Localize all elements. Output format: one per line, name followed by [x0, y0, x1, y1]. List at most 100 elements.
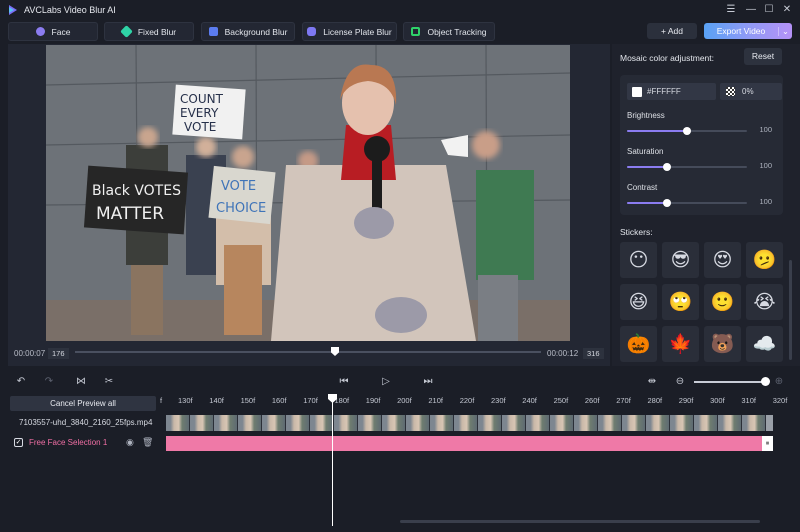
brightness-slider-fill: [627, 130, 687, 132]
filmstrip-frame: [574, 415, 598, 431]
export-video-button[interactable]: Export Video ⌄: [704, 23, 792, 39]
timeline-scrollbar[interactable]: [400, 520, 760, 523]
ruler-tick-label: 300f: [710, 396, 725, 405]
brightness-slider[interactable]: [627, 127, 747, 135]
filmstrip-frame: [214, 415, 238, 431]
saturation-label: Saturation: [627, 147, 664, 156]
panel-scrollbar[interactable]: [789, 260, 792, 360]
zoom-out-icon[interactable]: ⊖: [673, 375, 687, 389]
contrast-value: 100: [759, 197, 772, 206]
timeline-ruler[interactable]: [160, 394, 800, 408]
timeline-zoom-slider[interactable]: [694, 381, 766, 383]
app-title: AVCLabs Video Blur AI: [24, 5, 116, 15]
ruler-tick-label: 150f: [240, 396, 256, 405]
zoom-in-icon[interactable]: ⊕: [772, 375, 786, 389]
previous-frame-icon[interactable]: ⏮: [337, 375, 351, 389]
chevron-down-icon[interactable]: ⌄: [778, 26, 792, 36]
sticker-item[interactable]: 😍: [704, 242, 741, 278]
sign-text-5: MATTER: [96, 204, 164, 224]
ruler-tick-label: 290f: [678, 396, 694, 405]
filmstrip-frame: [430, 415, 454, 431]
sticker-item[interactable]: 😎: [662, 242, 699, 278]
contrast-slider-knob[interactable]: [662, 199, 671, 207]
sticker-item[interactable]: 🎃: [620, 326, 657, 362]
cut-icon[interactable]: ✂: [102, 375, 116, 389]
next-frame-icon[interactable]: ⏭: [421, 375, 435, 389]
redo-icon[interactable]: ↷: [42, 375, 56, 389]
ruler-tick-label: 220f: [459, 396, 475, 405]
filmstrip-frame: [334, 415, 358, 431]
close-icon[interactable]: ✕: [780, 3, 794, 17]
stickers-title: Stickers:: [620, 227, 653, 237]
preview-scrubber[interactable]: [75, 351, 541, 353]
track-end-handle[interactable]: ⏸: [762, 436, 773, 451]
sign-text-6: VOTE: [221, 179, 256, 194]
tab-fixed-blur[interactable]: Fixed Blur: [104, 22, 194, 41]
filmstrip-frame: [526, 415, 550, 431]
saturation-slider[interactable]: [627, 163, 747, 171]
ruler-tick-label: 250f: [553, 396, 569, 405]
selection-name[interactable]: Free Face Selection 1: [29, 438, 107, 447]
filmstrip-frame: [190, 415, 214, 431]
sticker-item[interactable]: 🙄: [662, 284, 699, 320]
video-file-name: 7103557-uhd_3840_2160_25fps.mp4: [19, 418, 153, 427]
minimize-icon[interactable]: —: [744, 3, 758, 17]
color-swatch[interactable]: [632, 86, 642, 97]
tab-background-blur[interactable]: Background Blur: [201, 22, 295, 41]
contrast-slider[interactable]: [627, 199, 747, 207]
filmstrip-frame: [382, 415, 406, 431]
trash-icon[interactable]: 🗑: [142, 437, 153, 447]
saturation-value: 100: [759, 161, 772, 170]
contrast-slider-fill: [627, 202, 667, 204]
sticker-item[interactable]: 😭: [746, 284, 783, 320]
filmstrip-frame: [550, 415, 574, 431]
tab-object-tracking[interactable]: Object Tracking: [403, 22, 495, 41]
sticker-item[interactable]: 😶: [620, 242, 657, 278]
sticker-item[interactable]: 🐻: [704, 326, 741, 362]
eye-icon[interactable]: ◉: [126, 437, 136, 447]
filmstrip-frame: [718, 415, 742, 431]
ruler-tick-label: 270f: [616, 396, 631, 405]
sticker-item[interactable]: 🫤: [746, 242, 783, 278]
ruler-tick-label: 190f: [365, 396, 381, 405]
car-icon: [307, 27, 317, 36]
timeline-zoom-knob[interactable]: [761, 377, 770, 386]
filmstrip-frame: [694, 415, 718, 431]
brightness-slider-knob[interactable]: [683, 127, 691, 135]
video-filmstrip-track[interactable]: [166, 415, 773, 431]
play-icon[interactable]: ▷: [379, 375, 393, 389]
face-selection-track[interactable]: [166, 436, 762, 451]
color-picker-field[interactable]: #FFFFFF: [627, 83, 716, 100]
sticker-item[interactable]: 🙂: [704, 284, 741, 320]
add-button[interactable]: + Add: [647, 23, 697, 39]
filmstrip-frame: [502, 415, 526, 431]
sticker-item[interactable]: 😆: [620, 284, 657, 320]
reset-button[interactable]: Reset: [744, 48, 782, 65]
filmstrip-frame: [742, 415, 766, 431]
playhead-line[interactable]: [332, 396, 333, 526]
cancel-preview-all-button[interactable]: Cancel Preview all: [10, 396, 156, 411]
selection-checkbox[interactable]: ✓: [14, 438, 23, 447]
track-list: [8, 394, 158, 526]
app-logo-icon: [9, 5, 17, 15]
split-icon[interactable]: ⋈: [74, 375, 88, 389]
tab-license-plate-blur[interactable]: License Plate Blur: [302, 22, 397, 41]
filmstrip-frame: [262, 415, 286, 431]
filmstrip-frame: [358, 415, 382, 431]
maximize-icon[interactable]: ☐: [762, 3, 776, 17]
opacity-field[interactable]: 0%: [720, 83, 782, 100]
tab-face[interactable]: Face: [8, 22, 98, 41]
sticker-item[interactable]: 🍁: [662, 326, 699, 362]
saturation-slider-knob[interactable]: [662, 163, 671, 171]
undo-icon[interactable]: ↶: [14, 375, 28, 389]
filmstrip-frame: [166, 415, 190, 431]
ruler-tick-label: 240f: [522, 396, 537, 405]
menu-icon[interactable]: ☰: [724, 3, 738, 17]
fit-timeline-icon[interactable]: ⇹: [645, 375, 659, 389]
sticker-item[interactable]: ☁️: [746, 326, 783, 362]
ruler-tick-label: f: [160, 396, 163, 405]
contrast-label: Contrast: [627, 183, 658, 192]
sign-text-1: COUNT: [180, 92, 224, 106]
video-preview[interactable]: COUNT EVERY VOTE Black VOTES MATTER VOTE…: [46, 45, 570, 341]
tab-face-label: Face: [51, 26, 71, 37]
